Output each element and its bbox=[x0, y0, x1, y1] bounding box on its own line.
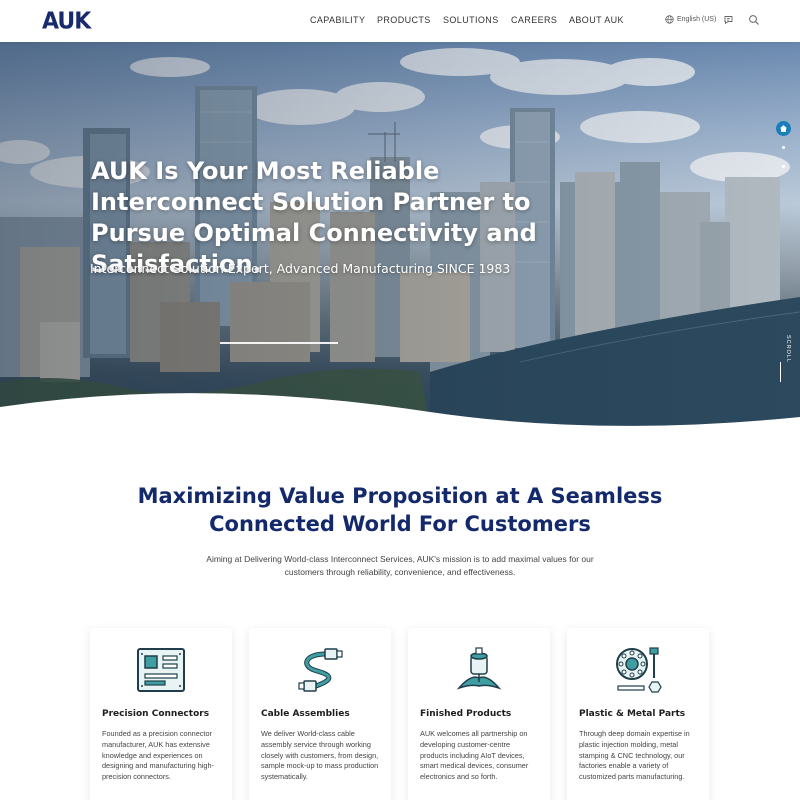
metal-parts-icon bbox=[616, 647, 662, 693]
cable-icon bbox=[298, 648, 343, 692]
circuit-board-icon bbox=[137, 648, 185, 692]
nav-careers[interactable]: CAREERS bbox=[511, 15, 557, 25]
card-title: Finished Products bbox=[420, 709, 512, 719]
globe-icon bbox=[665, 15, 674, 24]
finished-product-icon bbox=[456, 647, 502, 690]
card-finished-products[interactable]: Finished Products AUK welcomes all partn… bbox=[408, 628, 550, 800]
card-title: Plastic & Metal Parts bbox=[579, 709, 686, 719]
card-text: We deliver World-class cable assembly se… bbox=[261, 729, 379, 782]
card-plastic-metal-parts[interactable]: Plastic & Metal Parts Through deep domai… bbox=[567, 628, 709, 800]
nav-capability[interactable]: CAPABILITY bbox=[310, 15, 365, 25]
hero-divider bbox=[220, 342, 338, 344]
scroll-indicator[interactable]: SCROLL bbox=[771, 335, 791, 363]
card-text: Founded as a precision connector manufac… bbox=[102, 729, 214, 782]
nav-about[interactable]: ABOUT AUK bbox=[569, 15, 624, 25]
nav-solutions[interactable]: SOLUTIONS bbox=[443, 15, 499, 25]
card-text: AUK welcomes all partnership on developi… bbox=[420, 729, 529, 782]
section-title-line-2: Connected World For Customers bbox=[209, 512, 591, 536]
language-label: English (US) bbox=[677, 16, 717, 23]
scroll-line bbox=[780, 362, 781, 382]
site-header: AUK CAPABILITY PRODUCTS SOLUTIONS CAREER… bbox=[0, 0, 800, 42]
section-title-line-1: Maximizing Value Proposition at A Seamle… bbox=[137, 484, 663, 508]
card-precision-connectors[interactable]: Precision Connectors Founded as a precis… bbox=[90, 628, 232, 800]
chat-icon[interactable] bbox=[723, 14, 735, 26]
home-icon bbox=[779, 125, 788, 132]
side-nav-dot[interactable] bbox=[782, 146, 785, 149]
card-title: Precision Connectors bbox=[102, 709, 210, 719]
card-cable-assemblies[interactable]: Cable Assemblies We deliver World-class … bbox=[249, 628, 391, 800]
language-selector[interactable]: English (US) bbox=[665, 15, 716, 24]
search-icon[interactable] bbox=[748, 14, 760, 26]
hero-banner: AUK Is Your Most Reliable Interconnect S… bbox=[0, 42, 800, 427]
hero-subtitle: Interconnect Solution Expert, Advanced M… bbox=[90, 261, 511, 276]
section-title: Maximizing Value Proposition at A Seamle… bbox=[0, 482, 800, 538]
section-description: Aiming at Delivering World-class Interco… bbox=[206, 554, 594, 577]
nav-products[interactable]: PRODUCTS bbox=[377, 15, 431, 25]
hero-wave-divider bbox=[0, 393, 800, 427]
side-nav-home[interactable] bbox=[776, 121, 791, 136]
card-text: Through deep domain expertise in plastic… bbox=[579, 729, 690, 782]
side-nav-dot[interactable] bbox=[782, 165, 785, 168]
card-title: Cable Assemblies bbox=[261, 709, 350, 719]
